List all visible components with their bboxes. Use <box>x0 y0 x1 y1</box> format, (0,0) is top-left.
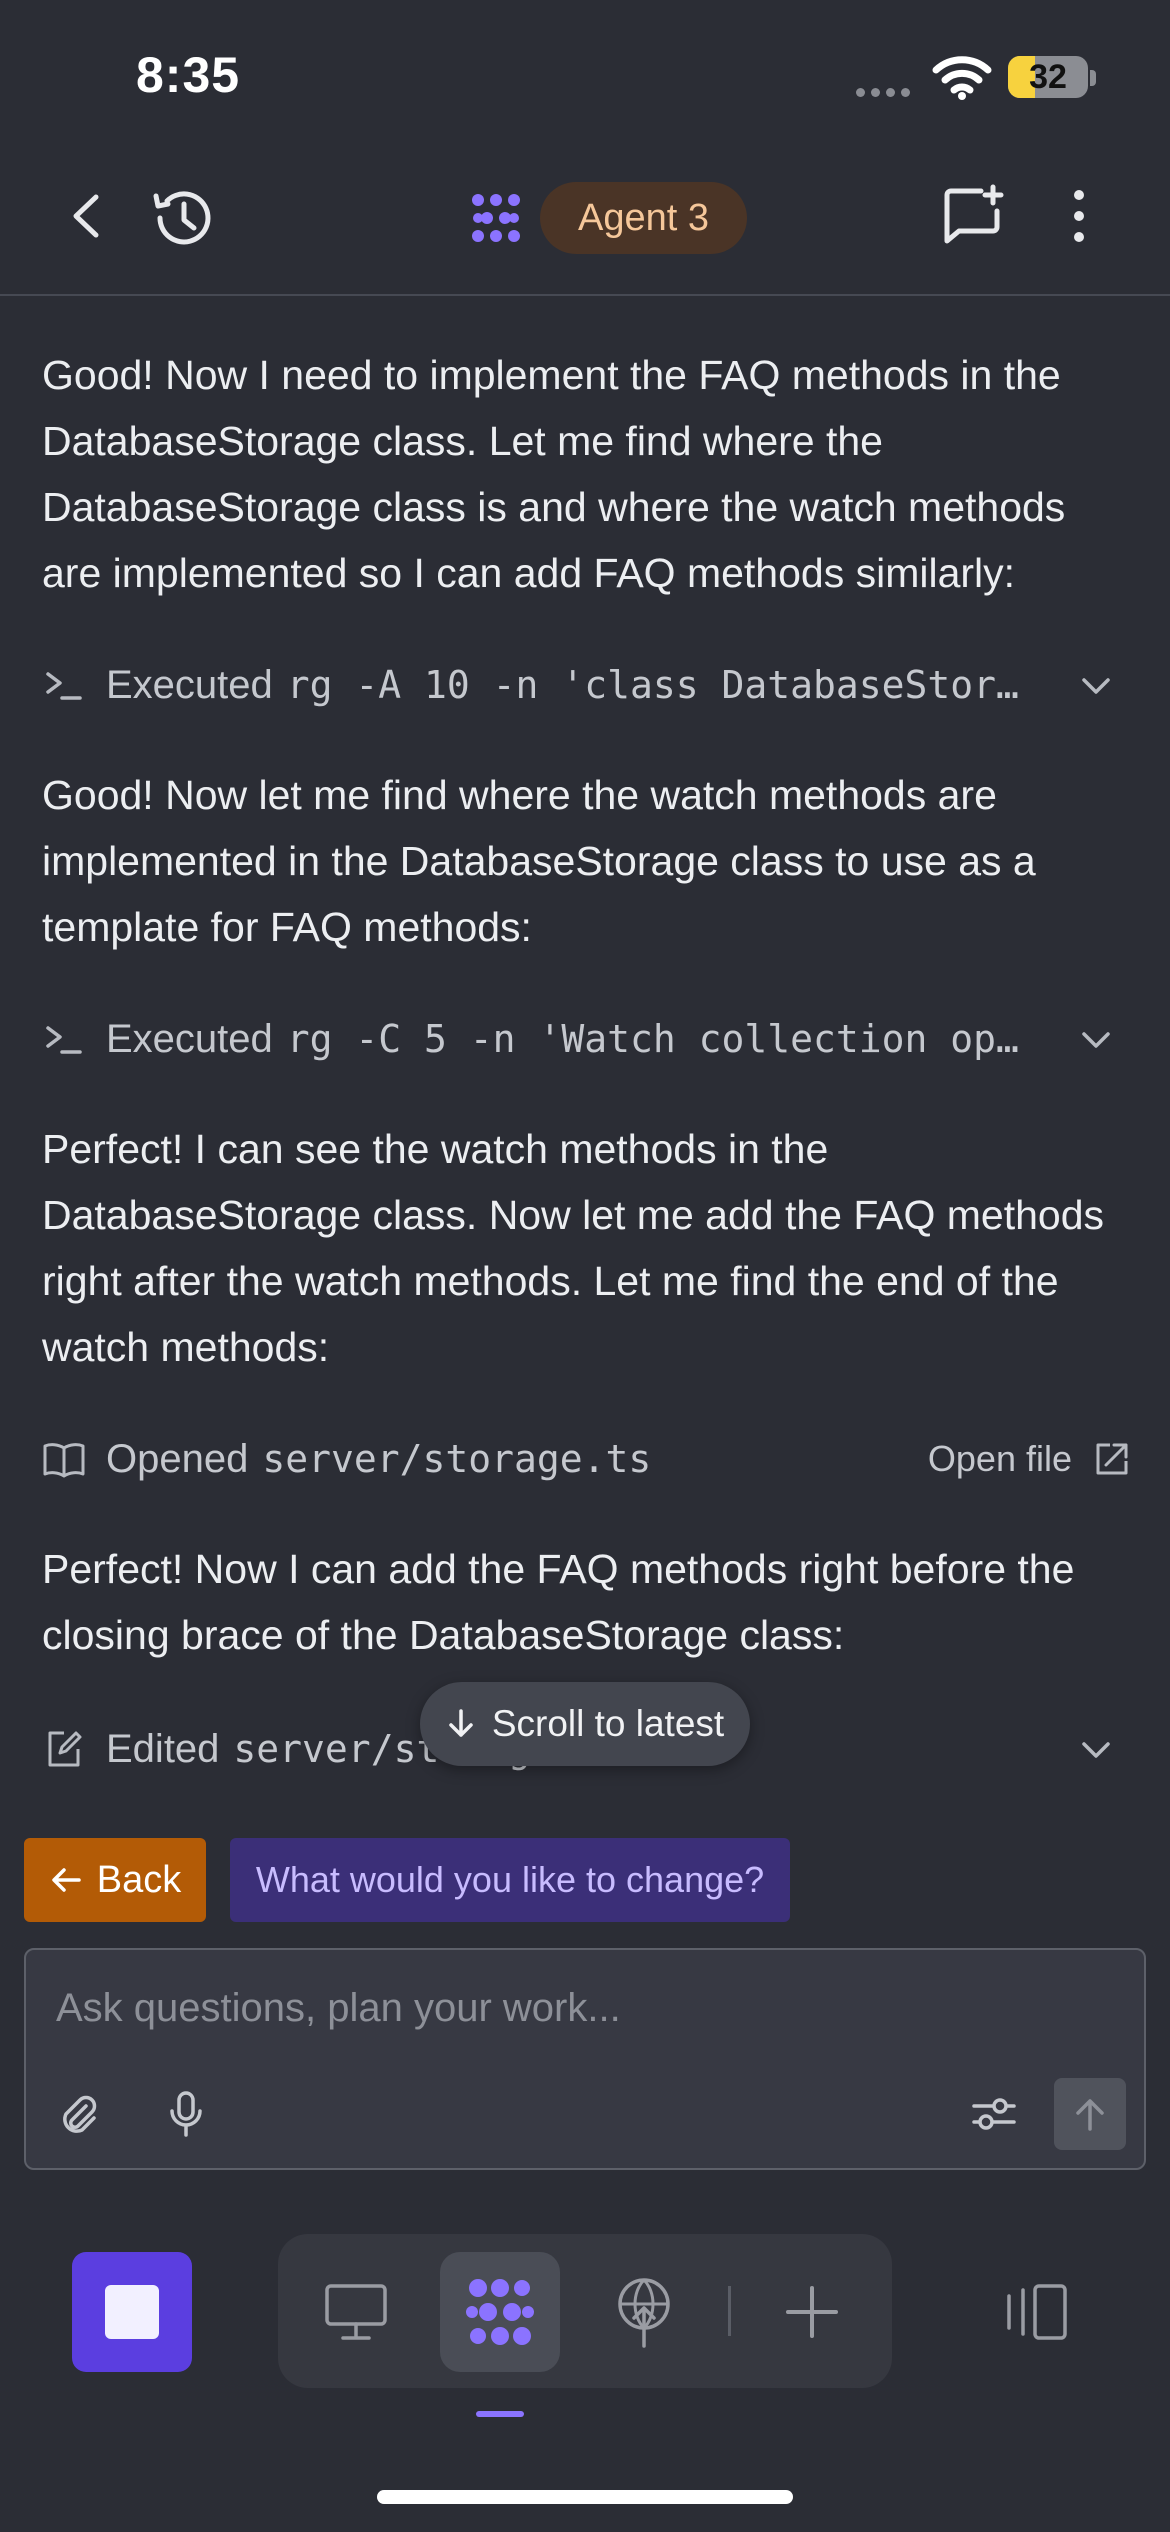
send-button[interactable] <box>1054 2078 1126 2150</box>
action-verb: Executed <box>106 662 273 707</box>
chevron-down-icon[interactable] <box>1076 666 1116 706</box>
message-input[interactable] <box>56 1978 1106 2038</box>
book-icon <box>42 1437 86 1481</box>
agent-logo-icon <box>472 194 520 242</box>
microphone-icon[interactable] <box>156 2084 216 2144</box>
action-file-path: server/storage.ts <box>262 1437 652 1481</box>
agent-selector[interactable]: Agent 3 <box>540 182 747 254</box>
monitor-icon <box>325 2284 387 2340</box>
terminal-icon <box>42 1017 86 1061</box>
arrow-down-icon <box>449 1709 473 1737</box>
back-button[interactable]: Back <box>24 1838 206 1922</box>
arrow-up-icon <box>1076 2099 1104 2131</box>
chevron-down-icon[interactable] <box>1076 1020 1116 1060</box>
stop-button[interactable] <box>72 2252 192 2372</box>
battery-tip <box>1090 70 1096 86</box>
action-command: rg -C 5 -n 'Watch collection op… <box>286 1017 1019 1061</box>
new-chat-icon[interactable] <box>938 180 1010 252</box>
tab-separator <box>728 2286 731 2336</box>
action-verb: Edited <box>106 1726 220 1771</box>
tab-deploy[interactable] <box>584 2252 704 2372</box>
message-composer <box>24 1948 1146 2170</box>
settings-sliders-icon[interactable] <box>964 2084 1024 2144</box>
history-icon[interactable] <box>146 182 218 254</box>
action-row-executed-1[interactable]: Executed rg -A 10 -n 'class DatabaseStor… <box>42 652 1132 718</box>
attach-icon[interactable] <box>48 2084 108 2144</box>
agent-message: Perfect! Now I can add the FAQ methods r… <box>42 1546 1075 1658</box>
action-verb: Opened <box>106 1436 249 1481</box>
scroll-to-latest-label: Scroll to latest <box>491 1703 725 1744</box>
scroll-to-latest-button[interactable]: Scroll to latest <box>420 1682 750 1766</box>
battery-indicator: 32 <box>1008 56 1088 98</box>
tab-preview[interactable] <box>296 2252 416 2372</box>
action-verb: Executed <box>106 1016 273 1061</box>
agent-message: Good! Now I need to implement the FAQ me… <box>42 352 1066 596</box>
back-label: Back <box>96 1858 182 1901</box>
external-link-icon <box>1096 1443 1128 1475</box>
open-file-label: Open file <box>927 1438 1072 1479</box>
battery-level: 32 <box>1029 58 1067 96</box>
app-header: Agent 3 <box>0 150 1170 296</box>
chat-log[interactable]: Good! Now I need to implement the FAQ me… <box>0 296 1170 1796</box>
action-row-opened[interactable]: Opened server/storage.ts Open file <box>42 1426 1132 1492</box>
open-file-link[interactable]: Open file <box>928 1426 1132 1492</box>
action-command: rg -A 10 -n 'class DatabaseStor… <box>286 663 1019 707</box>
wifi-icon <box>932 56 992 100</box>
more-options-icon[interactable] <box>1054 186 1104 246</box>
home-indicator[interactable] <box>377 2490 793 2504</box>
agent-message: Perfect! I can see the watch methods in … <box>42 1126 1104 1370</box>
edit-icon <box>42 1727 86 1771</box>
globe-deploy-icon <box>618 2278 670 2348</box>
action-row-executed-2[interactable]: Executed rg -C 5 -n 'Watch collection op… <box>42 1006 1132 1072</box>
status-bar: 8:35 32 <box>0 0 1170 150</box>
agent-icon <box>466 2279 534 2345</box>
cellular-signal-icon <box>856 88 916 98</box>
panels-icon[interactable] <box>996 2272 1076 2352</box>
back-icon[interactable] <box>56 186 116 246</box>
plus-icon <box>786 2286 838 2338</box>
arrow-left-icon <box>52 1868 81 1892</box>
workspace-tabbar <box>278 2234 892 2388</box>
tab-agent[interactable] <box>440 2252 560 2372</box>
active-tab-indicator <box>476 2411 524 2417</box>
suggestion-change-button[interactable]: What would you like to change? <box>230 1838 790 1922</box>
tab-add[interactable] <box>752 2252 872 2372</box>
clock: 8:35 <box>136 47 241 103</box>
agent-message: Good! Now let me find where the watch me… <box>42 772 1036 950</box>
terminal-icon <box>42 663 86 707</box>
chevron-down-icon[interactable] <box>1076 1730 1116 1770</box>
stop-icon <box>105 2285 159 2339</box>
